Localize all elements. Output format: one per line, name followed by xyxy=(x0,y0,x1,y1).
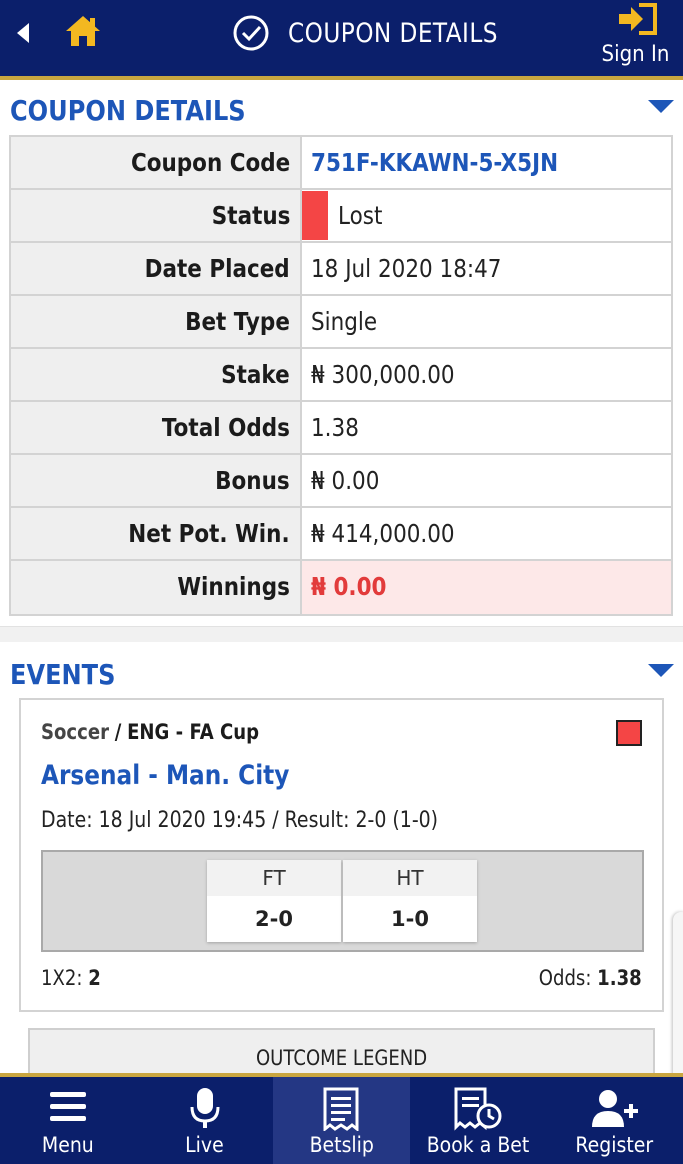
sign-in-icon xyxy=(619,3,657,35)
score-column-ht: HT 1-0 xyxy=(343,860,477,942)
collapse-caret-icon[interactable] xyxy=(648,100,674,113)
nav-label-betslip: Betslip xyxy=(309,1133,374,1157)
back-arrow-icon xyxy=(17,23,29,43)
score-header: FT xyxy=(207,860,341,896)
odds-value: 1.38 xyxy=(597,966,642,990)
sign-in-button[interactable]: Sign In xyxy=(601,0,669,72)
top-bar: COUPON DETAILS Sign In xyxy=(0,0,683,76)
page-title: COUPON DETAILS xyxy=(288,17,498,49)
nav-label-live: Live xyxy=(185,1133,225,1157)
event-card: Soccer / ENG - FA Cup Arsenal - Man. Cit… xyxy=(19,698,664,1012)
event-match-title: Arsenal - Man. City xyxy=(41,760,290,791)
score-box: FT 2-0 HT 1-0 xyxy=(41,850,644,952)
betslip-icon xyxy=(323,1087,359,1131)
coupon-details-header[interactable]: COUPON DETAILS xyxy=(0,84,683,140)
nav-label-register: Register xyxy=(575,1133,654,1157)
nav-item-betslip[interactable]: Betslip xyxy=(273,1077,410,1164)
total-odds-value: 1.38 xyxy=(311,413,359,442)
league-separator: / xyxy=(114,720,122,744)
bonus-value: ₦ 0.00 xyxy=(311,466,380,495)
nav-label-menu: Menu xyxy=(42,1133,95,1157)
section-divider xyxy=(0,626,683,642)
score-value: 1-0 xyxy=(391,907,429,931)
book-bet-icon xyxy=(454,1087,502,1131)
row-label-net-pot-win: Net Pot. Win. xyxy=(128,519,290,548)
odds-label: Odds: xyxy=(539,966,592,990)
table-row: Date Placed 18 Jul 2020 18:47 xyxy=(11,243,671,296)
event-sport: Soccer xyxy=(41,720,109,744)
row-label-status: Status xyxy=(211,201,290,230)
row-label-bonus: Bonus xyxy=(215,466,290,495)
market-label: 1X2: xyxy=(41,966,83,990)
back-button[interactable] xyxy=(10,18,36,48)
nav-item-register[interactable]: Register xyxy=(546,1077,683,1164)
score-column-ft: FT 2-0 xyxy=(207,860,341,942)
table-row: Stake ₦ 300,000.00 xyxy=(11,349,671,402)
stake-value: ₦ 300,000.00 xyxy=(311,360,455,389)
nav-label-book-a-bet: Book a Bet xyxy=(426,1133,530,1157)
table-row: Winnings ₦ 0.00 xyxy=(11,561,671,614)
nav-item-book-a-bet[interactable]: Book a Bet xyxy=(410,1077,547,1164)
date-placed-value: 18 Jul 2020 18:47 xyxy=(311,254,502,283)
menu-icon xyxy=(50,1092,87,1121)
row-label-total-odds: Total Odds xyxy=(161,413,290,442)
row-label-date-placed: Date Placed xyxy=(144,254,290,283)
coupon-details-title: COUPON DETAILS xyxy=(10,94,246,127)
events-title: EVENTS xyxy=(10,658,116,691)
bet-type-value: Single xyxy=(311,307,378,336)
collapse-caret-icon[interactable] xyxy=(648,664,674,677)
events-header[interactable]: EVENTS xyxy=(0,648,683,704)
row-label-bet-type: Bet Type xyxy=(185,307,290,336)
sign-in-label: Sign In xyxy=(601,42,669,67)
home-button[interactable] xyxy=(64,14,102,48)
status-indicator xyxy=(302,191,328,240)
score-value: 2-0 xyxy=(255,907,293,931)
event-league: Soccer / ENG - FA Cup xyxy=(41,720,259,744)
top-bar-accent-line xyxy=(0,76,683,80)
table-row: Net Pot. Win. ₦ 414,000.00 xyxy=(11,508,671,561)
microphone-icon xyxy=(190,1088,220,1128)
event-status-indicator xyxy=(616,720,642,746)
event-odds: Odds: 1.38 xyxy=(539,966,642,990)
status-value: Lost xyxy=(338,201,383,230)
coupon-details-table: Coupon Code 751F-KKAWN-5-X5JN Status Los… xyxy=(9,135,673,616)
check-circle-icon xyxy=(233,15,269,51)
bottom-nav: Menu Live Betslip Book a Bet Register xyxy=(0,1077,683,1164)
nav-item-live[interactable]: Live xyxy=(137,1077,274,1164)
row-label-coupon-code: Coupon Code xyxy=(130,148,290,177)
table-row: Status Lost xyxy=(11,190,671,243)
coupon-code-value: 751F-KKAWN-5-X5JN xyxy=(311,148,559,177)
row-label-stake: Stake xyxy=(221,360,290,389)
net-pot-win-value: ₦ 414,000.00 xyxy=(311,519,455,548)
home-icon xyxy=(66,16,100,46)
score-header: HT xyxy=(343,860,477,896)
market-pick-value: 2 xyxy=(88,966,101,990)
table-row: Coupon Code 751F-KKAWN-5-X5JN xyxy=(11,137,671,190)
market-pick: 1X2: 2 xyxy=(41,966,101,990)
table-row: Bet Type Single xyxy=(11,296,671,349)
table-row: Bonus ₦ 0.00 xyxy=(11,455,671,508)
table-row: Total Odds 1.38 xyxy=(11,402,671,455)
row-label-winnings: Winnings xyxy=(177,572,290,601)
nav-item-menu[interactable]: Menu xyxy=(0,1077,137,1164)
event-date-result: Date: 18 Jul 2020 19:45 / Result: 2-0 (1… xyxy=(41,808,439,833)
winnings-value: ₦ 0.00 xyxy=(311,572,387,601)
add-user-icon xyxy=(591,1090,638,1127)
event-competition: ENG - FA Cup xyxy=(127,720,260,744)
